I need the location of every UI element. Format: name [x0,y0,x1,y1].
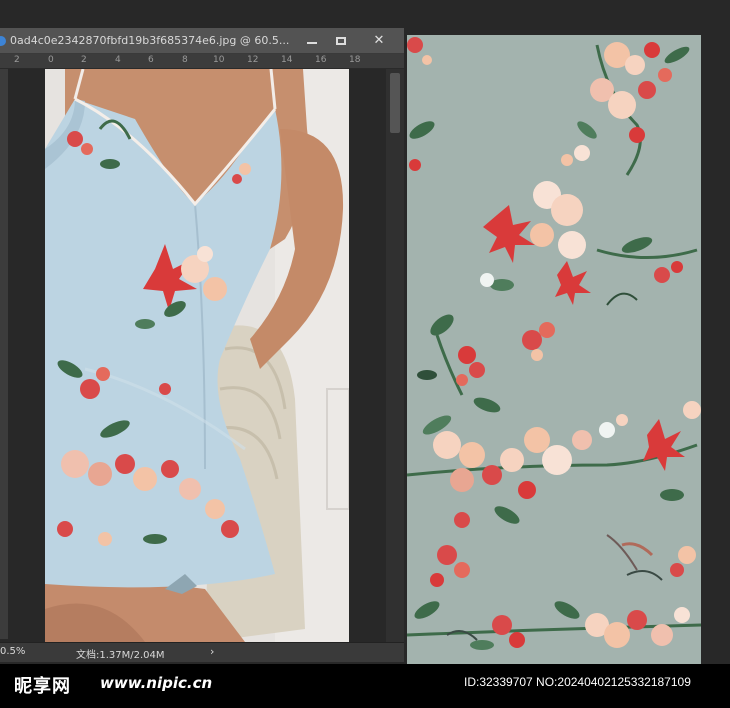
horizontal-ruler[interactable]: 2 0 2 4 6 8 10 12 14 16 18 [0,54,404,69]
workspace-background [701,28,730,664]
document-title: 0ad4c0e2342870fbfd19b3f685374e6.jpg @ 60… [10,34,290,47]
watermark-url: www.nipic.cn [100,674,213,692]
close-button[interactable]: ✕ [362,31,396,51]
minimize-icon [307,42,317,44]
dress-photo [45,69,349,642]
workspace-background [404,28,730,35]
watermark-logo: 昵享网 [14,676,71,697]
ruler-tick: 6 [148,55,154,65]
ruler-tick: 0 [48,55,54,65]
zoom-level[interactable]: 0.5% [0,646,25,657]
close-icon: ✕ [373,33,385,48]
document-window: 0ad4c0e2342870fbfd19b3f685374e6.jpg @ 60… [0,28,404,662]
ruler-tick: 4 [115,55,121,65]
status-menu-arrow-icon[interactable]: › [210,645,214,658]
dress-photo-illustration [45,69,349,642]
document-canvas[interactable] [8,69,386,642]
scrollbar-thumb[interactable] [390,73,400,133]
ruler-tick: 14 [281,55,293,65]
minimize-button[interactable] [298,31,326,51]
ruler-tick: 12 [247,55,259,65]
floral-pattern-image [407,35,701,664]
document-size: 文档:1.37M/2.04M [76,650,165,661]
ruler-tick: 2 [14,55,20,65]
maximize-icon [336,37,346,45]
ruler-tick: 10 [213,55,225,65]
floral-pattern-illustration [407,35,701,664]
maximize-button[interactable] [327,31,355,51]
watermark-bar: 昵享网 www.nipic.cn ID:32339707 NO:20240402… [0,664,730,708]
document-icon [0,36,6,46]
document-title-bar[interactable]: 0ad4c0e2342870fbfd19b3f685374e6.jpg @ 60… [0,28,404,54]
watermark-image-id: ID:32339707 NO:20240402125332187109 [464,675,691,689]
status-bar: 0.5% 文档:1.37M/2.04M › [0,642,404,662]
ruler-tick: 8 [182,55,188,65]
vertical-scrollbar[interactable] [386,69,404,642]
vertical-ruler[interactable] [0,69,8,639]
ruler-tick: 2 [81,55,87,65]
ruler-tick: 16 [315,55,327,65]
ruler-tick: 18 [349,55,361,65]
